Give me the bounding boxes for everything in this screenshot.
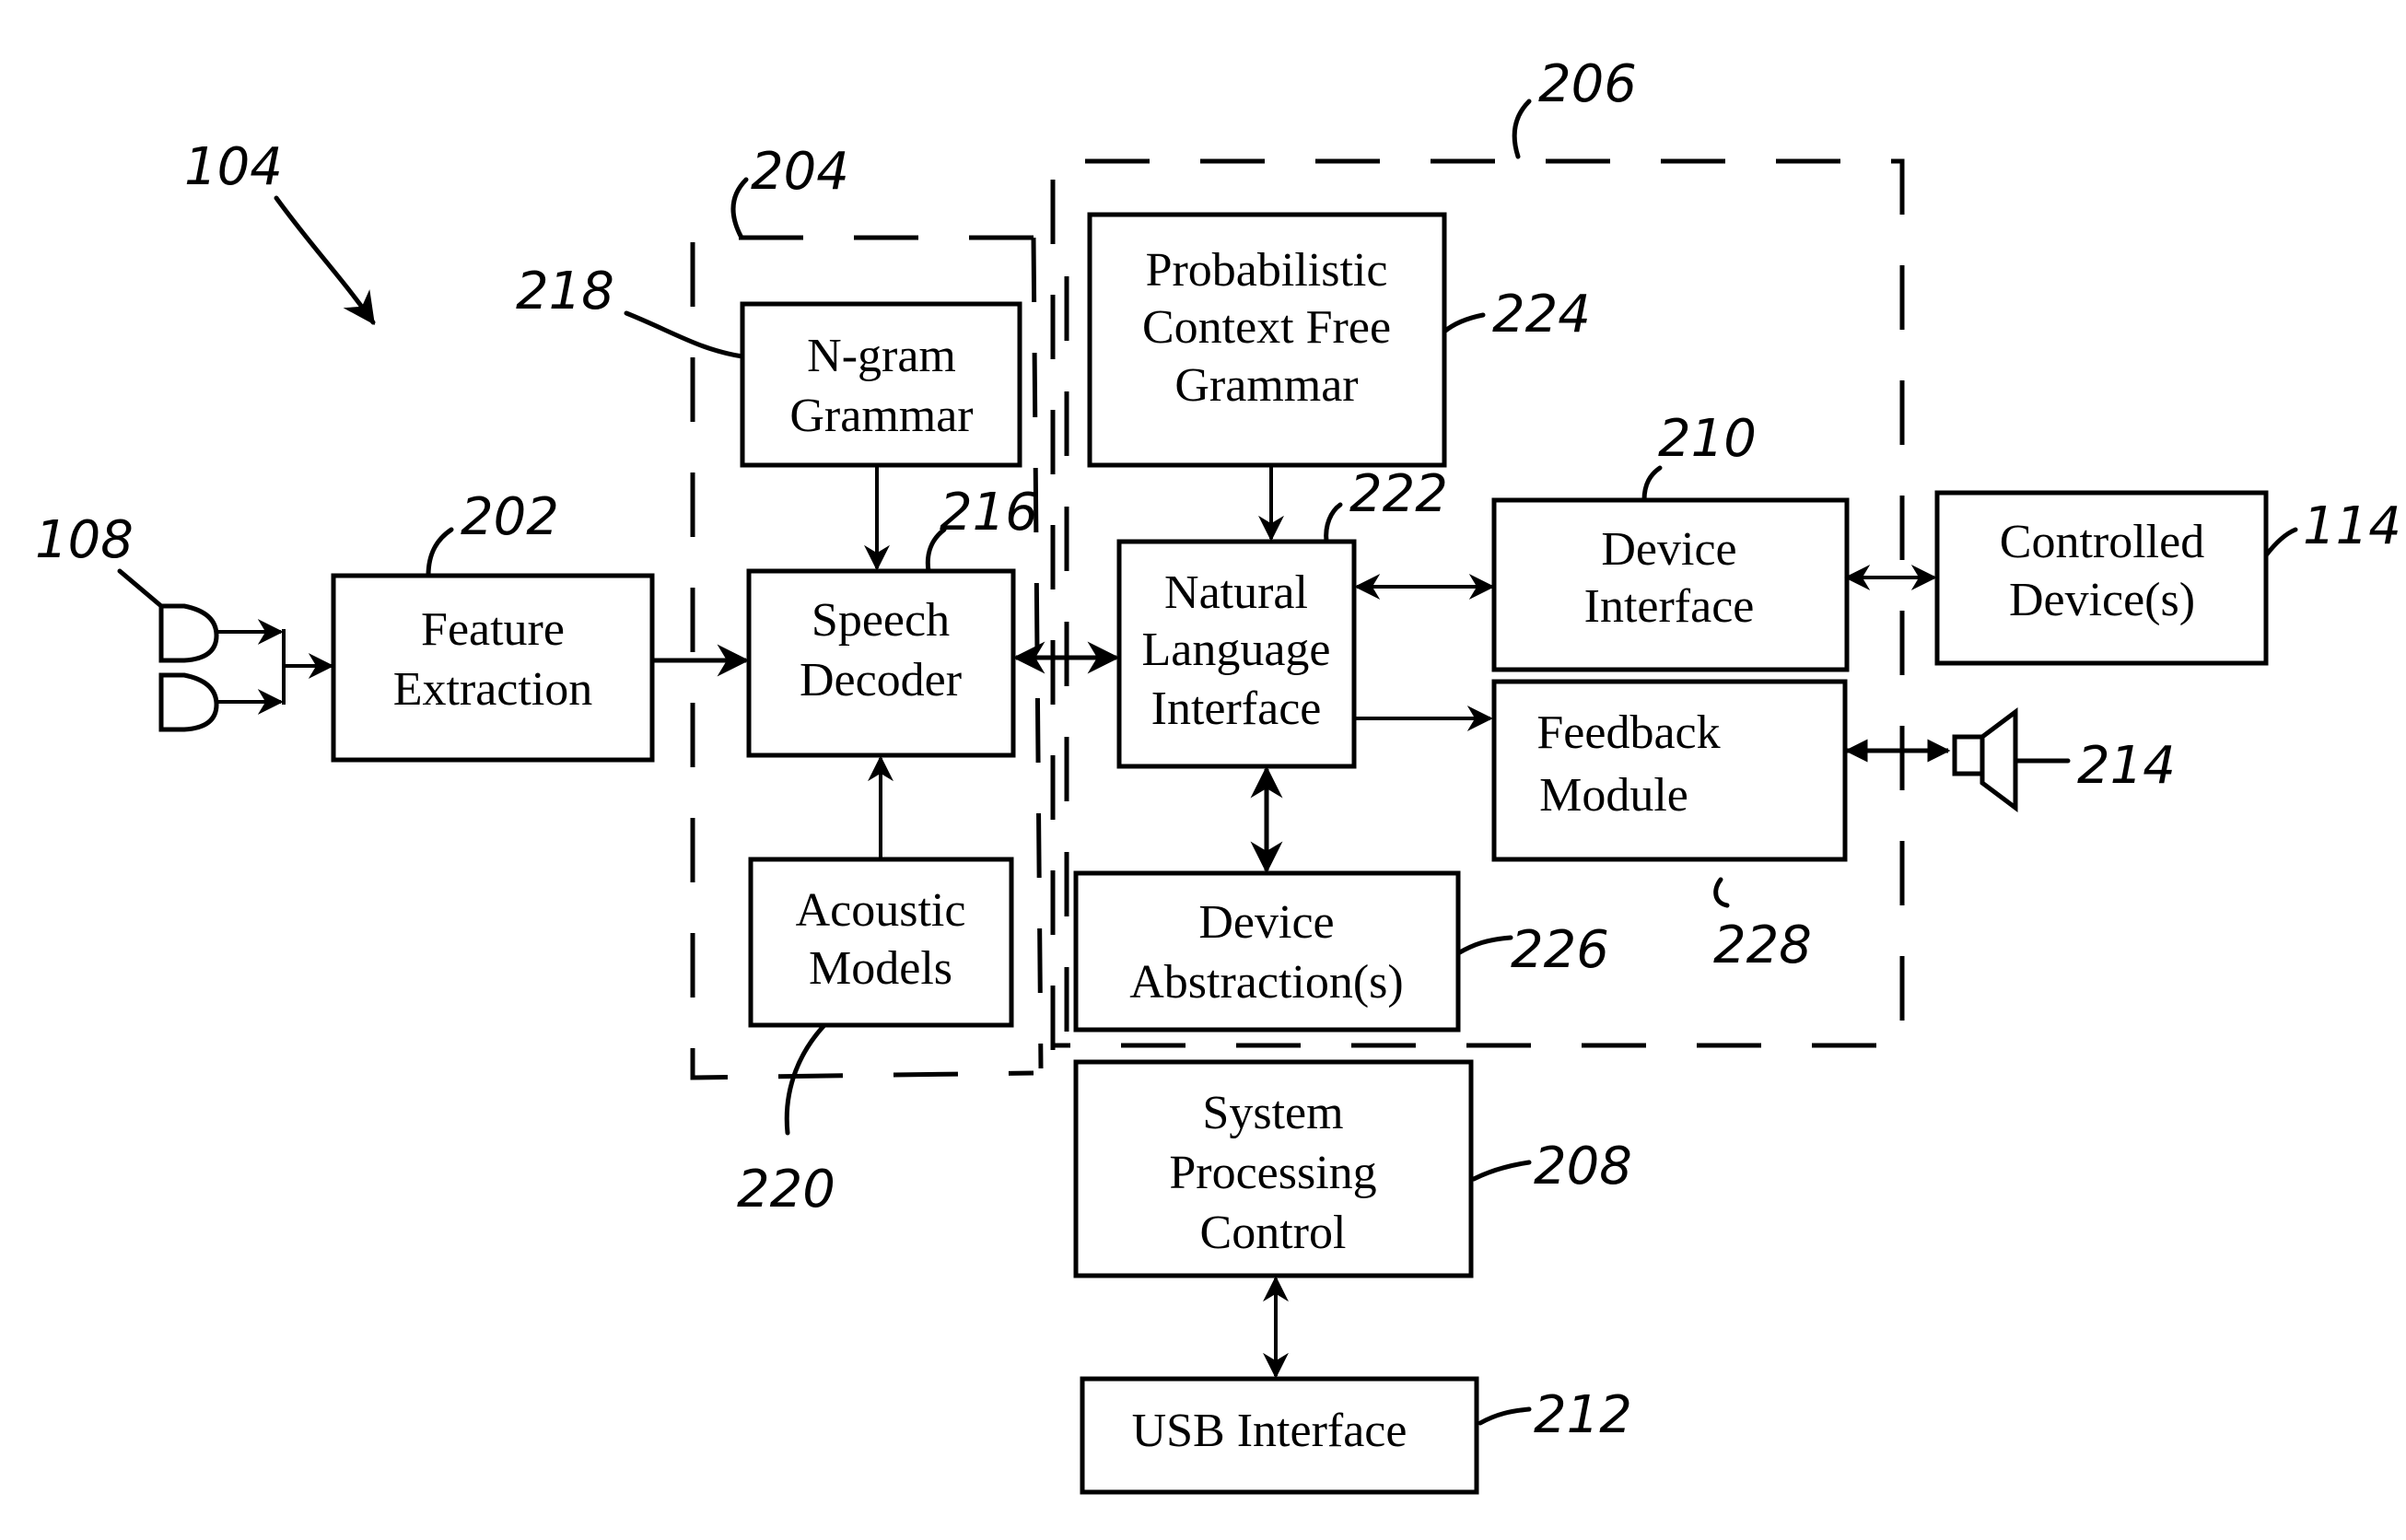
ref-202: 202: [461, 487, 559, 547]
system-processing-line-3: Control: [1200, 1207, 1347, 1259]
ref-226: 226: [1511, 920, 1609, 980]
acoustic-models-block: Acoustic Models 220: [737, 857, 1014, 1219]
feature-extraction-line-1: Feature: [421, 603, 565, 656]
feedback-module-line-2: Module: [1539, 769, 1688, 822]
block-diagram: 204 206 104 108 Feature Extraction 202 N…: [35, 54, 2401, 1495]
microphone-icon: [158, 603, 219, 663]
ref-114: 114: [2303, 496, 2401, 556]
speaker: 214: [1844, 707, 2176, 812]
system-processing-line-2: Processing: [1169, 1147, 1376, 1199]
device-interface-line-2: Interface: [1584, 580, 1755, 633]
ref-104: 104: [184, 137, 283, 197]
ref-108: 108: [35, 510, 134, 570]
ngram-grammar-block: N-gram Grammar 218: [516, 262, 1022, 468]
usb-interface-block: USB Interface 212: [1080, 1376, 1632, 1495]
ref-222: 222: [1349, 464, 1448, 524]
system-processing-line-1: System: [1202, 1087, 1343, 1139]
device-interface-block: Device Interface 210: [1491, 409, 1850, 672]
acoustic-models-line-2: Models: [809, 942, 952, 995]
ref-228: 228: [1713, 916, 1812, 975]
device-abstraction-line-2: Abstraction(s): [1129, 956, 1403, 1009]
ref-206: 206: [1538, 54, 1637, 114]
speaker-icon: [1952, 707, 2018, 812]
acoustic-models-line-1: Acoustic: [796, 884, 966, 937]
pcfg-line-3: Grammar: [1174, 359, 1358, 412]
ref-204: 204: [751, 142, 849, 202]
pcfg-block: Probabilistic Context Free Grammar 224: [1087, 212, 1591, 468]
microphones: 108: [35, 510, 334, 732]
device-interface-line-1: Device: [1601, 523, 1736, 576]
nli-line-1: Natural: [1164, 566, 1308, 619]
ngram-grammar-line-1: N-gram: [807, 330, 956, 382]
pcfg-line-1: Probabilistic: [1146, 244, 1388, 297]
ref-212: 212: [1534, 1385, 1632, 1445]
controlled-devices-block: Controlled Device(s) 114: [1934, 490, 2401, 666]
ngram-grammar-line-2: Grammar: [789, 390, 973, 442]
nli-line-3: Interface: [1151, 682, 1322, 735]
ref-216: 216: [940, 483, 1038, 542]
device-abstraction-line-1: Device: [1198, 896, 1334, 949]
feedback-module-line-1: Feedback: [1536, 706, 1720, 759]
ref-214: 214: [2077, 736, 2176, 796]
ref-208: 208: [1534, 1137, 1632, 1196]
pcfg-line-2: Context Free: [1142, 301, 1391, 354]
nli-line-2: Language: [1141, 624, 1330, 676]
feature-extraction-block: Feature Extraction 202: [331, 487, 655, 763]
nli-block: Natural Language Interface 222: [1116, 464, 1448, 769]
controlled-devices-line-1: Controlled: [2000, 516, 2204, 568]
ref-224: 224: [1492, 285, 1591, 344]
ref-220: 220: [737, 1160, 835, 1219]
usb-interface-line-1: USB Interface: [1132, 1405, 1407, 1457]
microphone-icon: [158, 672, 219, 732]
feature-extraction-line-2: Extraction: [393, 663, 593, 716]
speech-decoder-line-1: Speech: [812, 594, 950, 647]
speech-decoder-block: Speech Decoder 216: [746, 483, 1038, 758]
system-processing-block: System Processing Control 208: [1073, 1059, 1632, 1278]
speech-decoder-line-2: Decoder: [800, 654, 962, 706]
device-abstraction-block: Device Abstraction(s) 226: [1073, 870, 1609, 1032]
ref-210: 210: [1658, 409, 1757, 469]
ref-218: 218: [516, 262, 614, 321]
controlled-devices-line-2: Device(s): [2009, 574, 2195, 626]
